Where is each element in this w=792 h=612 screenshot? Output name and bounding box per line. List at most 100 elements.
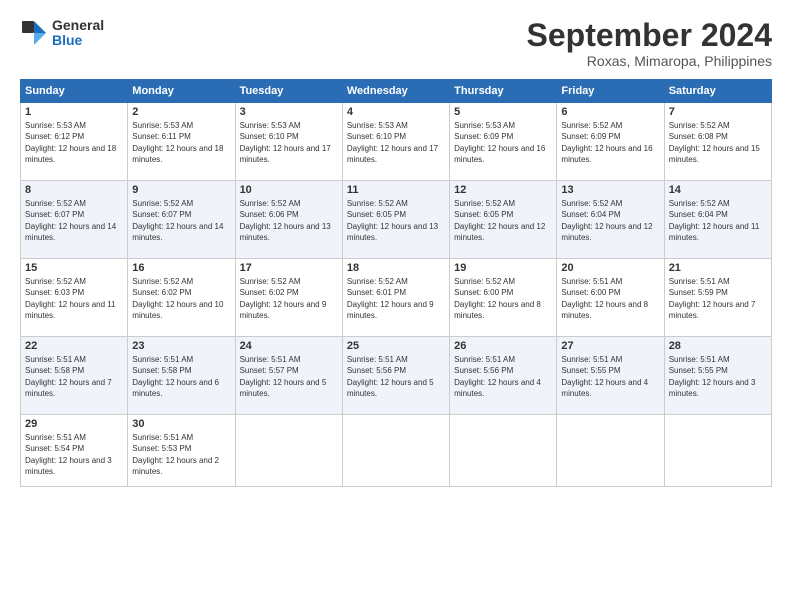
header-wednesday: Wednesday bbox=[342, 80, 449, 103]
day-info: Sunrise: 5:52 AMSunset: 6:02 PMDaylight:… bbox=[240, 277, 327, 320]
calendar-cell: 4 Sunrise: 5:53 AMSunset: 6:10 PMDayligh… bbox=[342, 103, 449, 181]
day-info: Sunrise: 5:52 AMSunset: 6:03 PMDaylight:… bbox=[25, 277, 116, 320]
calendar-cell: 24 Sunrise: 5:51 AMSunset: 5:57 PMDaylig… bbox=[235, 337, 342, 415]
day-info: Sunrise: 5:52 AMSunset: 6:00 PMDaylight:… bbox=[454, 277, 541, 320]
calendar-cell: 23 Sunrise: 5:51 AMSunset: 5:58 PMDaylig… bbox=[128, 337, 235, 415]
header-saturday: Saturday bbox=[664, 80, 771, 103]
day-number: 3 bbox=[240, 106, 338, 118]
day-info: Sunrise: 5:51 AMSunset: 5:55 PMDaylight:… bbox=[561, 355, 648, 398]
calendar-cell: 27 Sunrise: 5:51 AMSunset: 5:55 PMDaylig… bbox=[557, 337, 664, 415]
day-number: 8 bbox=[25, 184, 123, 196]
calendar-cell: 29 Sunrise: 5:51 AMSunset: 5:54 PMDaylig… bbox=[21, 415, 128, 487]
day-number: 29 bbox=[25, 418, 123, 430]
day-number: 7 bbox=[669, 106, 767, 118]
calendar-cell: 3 Sunrise: 5:53 AMSunset: 6:10 PMDayligh… bbox=[235, 103, 342, 181]
day-number: 2 bbox=[132, 106, 230, 118]
calendar-cell: 16 Sunrise: 5:52 AMSunset: 6:02 PMDaylig… bbox=[128, 259, 235, 337]
calendar-cell: 18 Sunrise: 5:52 AMSunset: 6:01 PMDaylig… bbox=[342, 259, 449, 337]
day-info: Sunrise: 5:52 AMSunset: 6:04 PMDaylight:… bbox=[561, 199, 652, 242]
day-info: Sunrise: 5:52 AMSunset: 6:09 PMDaylight:… bbox=[561, 121, 652, 164]
day-number: 18 bbox=[347, 262, 445, 274]
day-info: Sunrise: 5:53 AMSunset: 6:10 PMDaylight:… bbox=[240, 121, 331, 164]
day-info: Sunrise: 5:51 AMSunset: 5:55 PMDaylight:… bbox=[669, 355, 756, 398]
day-info: Sunrise: 5:51 AMSunset: 5:58 PMDaylight:… bbox=[25, 355, 112, 398]
day-number: 15 bbox=[25, 262, 123, 274]
day-info: Sunrise: 5:51 AMSunset: 5:59 PMDaylight:… bbox=[669, 277, 756, 320]
day-number: 6 bbox=[561, 106, 659, 118]
weekday-header-row: Sunday Monday Tuesday Wednesday Thursday… bbox=[21, 80, 772, 103]
header-monday: Monday bbox=[128, 80, 235, 103]
calendar-cell: 2 Sunrise: 5:53 AMSunset: 6:11 PMDayligh… bbox=[128, 103, 235, 181]
day-number: 30 bbox=[132, 418, 230, 430]
day-number: 4 bbox=[347, 106, 445, 118]
calendar-cell: 11 Sunrise: 5:52 AMSunset: 6:05 PMDaylig… bbox=[342, 181, 449, 259]
day-info: Sunrise: 5:51 AMSunset: 5:57 PMDaylight:… bbox=[240, 355, 327, 398]
day-number: 11 bbox=[347, 184, 445, 196]
calendar-cell: 10 Sunrise: 5:52 AMSunset: 6:06 PMDaylig… bbox=[235, 181, 342, 259]
title-block: September 2024 Roxas, Mimaropa, Philippi… bbox=[527, 18, 772, 69]
day-number: 16 bbox=[132, 262, 230, 274]
day-info: Sunrise: 5:52 AMSunset: 6:08 PMDaylight:… bbox=[669, 121, 760, 164]
calendar-cell: 20 Sunrise: 5:51 AMSunset: 6:00 PMDaylig… bbox=[557, 259, 664, 337]
calendar: Sunday Monday Tuesday Wednesday Thursday… bbox=[20, 79, 772, 487]
calendar-cell bbox=[557, 415, 664, 487]
month-title: September 2024 bbox=[527, 18, 772, 53]
calendar-cell bbox=[342, 415, 449, 487]
day-info: Sunrise: 5:53 AMSunset: 6:11 PMDaylight:… bbox=[132, 121, 223, 164]
calendar-cell: 28 Sunrise: 5:51 AMSunset: 5:55 PMDaylig… bbox=[664, 337, 771, 415]
day-info: Sunrise: 5:51 AMSunset: 5:56 PMDaylight:… bbox=[454, 355, 541, 398]
day-number: 1 bbox=[25, 106, 123, 118]
day-number: 27 bbox=[561, 340, 659, 352]
calendar-cell: 22 Sunrise: 5:51 AMSunset: 5:58 PMDaylig… bbox=[21, 337, 128, 415]
header-tuesday: Tuesday bbox=[235, 80, 342, 103]
day-info: Sunrise: 5:51 AMSunset: 6:00 PMDaylight:… bbox=[561, 277, 648, 320]
day-info: Sunrise: 5:52 AMSunset: 6:05 PMDaylight:… bbox=[347, 199, 438, 242]
calendar-week-3: 15 Sunrise: 5:52 AMSunset: 6:03 PMDaylig… bbox=[21, 259, 772, 337]
day-info: Sunrise: 5:53 AMSunset: 6:09 PMDaylight:… bbox=[454, 121, 545, 164]
day-info: Sunrise: 5:52 AMSunset: 6:07 PMDaylight:… bbox=[132, 199, 223, 242]
calendar-cell: 19 Sunrise: 5:52 AMSunset: 6:00 PMDaylig… bbox=[450, 259, 557, 337]
calendar-cell: 21 Sunrise: 5:51 AMSunset: 5:59 PMDaylig… bbox=[664, 259, 771, 337]
calendar-cell: 26 Sunrise: 5:51 AMSunset: 5:56 PMDaylig… bbox=[450, 337, 557, 415]
header-sunday: Sunday bbox=[21, 80, 128, 103]
page: General Blue September 2024 Roxas, Mimar… bbox=[0, 0, 792, 612]
header-friday: Friday bbox=[557, 80, 664, 103]
calendar-week-1: 1 Sunrise: 5:53 AMSunset: 6:12 PMDayligh… bbox=[21, 103, 772, 181]
calendar-cell: 25 Sunrise: 5:51 AMSunset: 5:56 PMDaylig… bbox=[342, 337, 449, 415]
day-info: Sunrise: 5:53 AMSunset: 6:12 PMDaylight:… bbox=[25, 121, 116, 164]
day-number: 23 bbox=[132, 340, 230, 352]
day-number: 28 bbox=[669, 340, 767, 352]
calendar-cell: 8 Sunrise: 5:52 AMSunset: 6:07 PMDayligh… bbox=[21, 181, 128, 259]
calendar-cell bbox=[235, 415, 342, 487]
calendar-cell: 15 Sunrise: 5:52 AMSunset: 6:03 PMDaylig… bbox=[21, 259, 128, 337]
day-number: 12 bbox=[454, 184, 552, 196]
calendar-week-4: 22 Sunrise: 5:51 AMSunset: 5:58 PMDaylig… bbox=[21, 337, 772, 415]
header: General Blue September 2024 Roxas, Mimar… bbox=[20, 18, 772, 69]
day-info: Sunrise: 5:52 AMSunset: 6:06 PMDaylight:… bbox=[240, 199, 331, 242]
calendar-cell: 9 Sunrise: 5:52 AMSunset: 6:07 PMDayligh… bbox=[128, 181, 235, 259]
day-info: Sunrise: 5:52 AMSunset: 6:02 PMDaylight:… bbox=[132, 277, 223, 320]
calendar-cell: 5 Sunrise: 5:53 AMSunset: 6:09 PMDayligh… bbox=[450, 103, 557, 181]
day-number: 20 bbox=[561, 262, 659, 274]
calendar-cell: 30 Sunrise: 5:51 AMSunset: 5:53 PMDaylig… bbox=[128, 415, 235, 487]
logo-text: General Blue bbox=[52, 18, 104, 49]
day-info: Sunrise: 5:52 AMSunset: 6:01 PMDaylight:… bbox=[347, 277, 434, 320]
calendar-cell bbox=[450, 415, 557, 487]
calendar-cell: 12 Sunrise: 5:52 AMSunset: 6:05 PMDaylig… bbox=[450, 181, 557, 259]
calendar-cell: 13 Sunrise: 5:52 AMSunset: 6:04 PMDaylig… bbox=[557, 181, 664, 259]
day-info: Sunrise: 5:51 AMSunset: 5:58 PMDaylight:… bbox=[132, 355, 219, 398]
day-number: 24 bbox=[240, 340, 338, 352]
day-info: Sunrise: 5:52 AMSunset: 6:05 PMDaylight:… bbox=[454, 199, 545, 242]
logo-general: General bbox=[52, 17, 104, 33]
day-info: Sunrise: 5:51 AMSunset: 5:54 PMDaylight:… bbox=[25, 433, 112, 476]
logo-icon bbox=[20, 19, 48, 47]
calendar-cell: 1 Sunrise: 5:53 AMSunset: 6:12 PMDayligh… bbox=[21, 103, 128, 181]
day-info: Sunrise: 5:51 AMSunset: 5:53 PMDaylight:… bbox=[132, 433, 219, 476]
day-info: Sunrise: 5:53 AMSunset: 6:10 PMDaylight:… bbox=[347, 121, 438, 164]
calendar-cell: 17 Sunrise: 5:52 AMSunset: 6:02 PMDaylig… bbox=[235, 259, 342, 337]
header-thursday: Thursday bbox=[450, 80, 557, 103]
calendar-cell: 6 Sunrise: 5:52 AMSunset: 6:09 PMDayligh… bbox=[557, 103, 664, 181]
calendar-cell: 14 Sunrise: 5:52 AMSunset: 6:04 PMDaylig… bbox=[664, 181, 771, 259]
day-number: 10 bbox=[240, 184, 338, 196]
day-info: Sunrise: 5:52 AMSunset: 6:04 PMDaylight:… bbox=[669, 199, 760, 242]
